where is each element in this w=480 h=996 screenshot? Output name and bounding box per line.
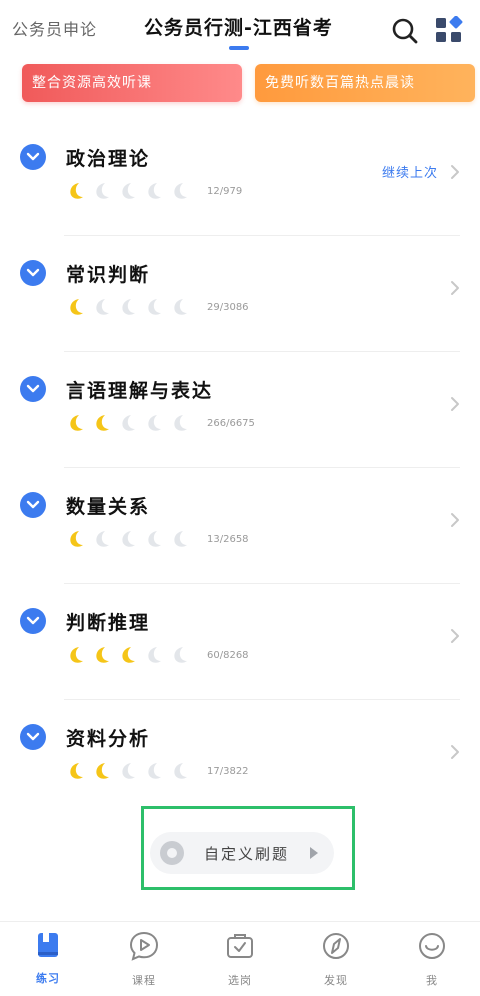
progress-count: 29/3086 bbox=[207, 302, 249, 313]
chevron-down-icon[interactable] bbox=[20, 144, 46, 170]
difficulty-rating bbox=[66, 644, 196, 666]
nav-item-briefcase[interactable]: 选岗 bbox=[210, 930, 270, 988]
moon-icon bbox=[92, 529, 112, 549]
moon-icon bbox=[144, 413, 164, 433]
moon-icon bbox=[144, 529, 164, 549]
moon-icon bbox=[170, 413, 190, 433]
chevron-right-icon[interactable] bbox=[450, 396, 460, 412]
moon-icon bbox=[170, 529, 190, 549]
book-icon bbox=[18, 930, 78, 960]
tab-shenlun[interactable]: 公务员申论 bbox=[12, 16, 97, 40]
category-title: 言语理解与表达 bbox=[66, 380, 214, 402]
moon-icon bbox=[66, 181, 86, 201]
moon-icon bbox=[92, 413, 112, 433]
category-section[interactable]: 判断推理 60/8268 bbox=[0, 584, 480, 700]
category-title: 资料分析 bbox=[66, 728, 151, 750]
moon-icon bbox=[92, 181, 112, 201]
moon-icon bbox=[170, 181, 190, 201]
chevron-right-icon[interactable] bbox=[450, 744, 460, 760]
compass-icon bbox=[306, 930, 366, 962]
nav-label: 练习 bbox=[36, 972, 60, 985]
banner-course-resources[interactable]: 整合资源高效听课 bbox=[22, 64, 242, 102]
chevron-down-icon[interactable] bbox=[20, 608, 46, 634]
chevron-down-icon[interactable] bbox=[20, 492, 46, 518]
nav-label: 选岗 bbox=[228, 974, 252, 987]
difficulty-rating bbox=[66, 528, 196, 550]
moon-icon bbox=[170, 645, 190, 665]
difficulty-rating bbox=[66, 296, 196, 318]
nav-item-smile[interactable]: 我 bbox=[402, 930, 462, 988]
moon-icon bbox=[66, 297, 86, 317]
moon-icon bbox=[92, 761, 112, 781]
bottom-nav: 练习 课程 选岗 发现 我 bbox=[0, 921, 480, 996]
active-tab-indicator bbox=[229, 46, 249, 50]
category-title: 判断推理 bbox=[66, 612, 151, 634]
category-section[interactable]: 常识判断 29/3086 bbox=[0, 236, 480, 352]
moon-icon bbox=[144, 297, 164, 317]
chevron-right-icon[interactable] bbox=[450, 628, 460, 644]
nav-label: 发现 bbox=[324, 974, 348, 987]
nav-item-book[interactable]: 练习 bbox=[18, 930, 78, 986]
banner-morning-reading[interactable]: 免费听数百篇热点晨读 bbox=[255, 64, 475, 102]
search-icon[interactable] bbox=[390, 16, 420, 46]
smile-icon bbox=[402, 930, 462, 962]
continue-last-link[interactable]: 继续上次 bbox=[382, 162, 438, 181]
category-section[interactable]: 资料分析 17/3822 bbox=[0, 700, 480, 816]
apps-grid-icon[interactable] bbox=[435, 15, 463, 44]
moon-icon bbox=[144, 645, 164, 665]
moon-icon bbox=[118, 645, 138, 665]
nav-label: 我 bbox=[426, 974, 438, 987]
play-bubble-icon bbox=[114, 930, 174, 962]
nav-item-compass[interactable]: 发现 bbox=[306, 930, 366, 988]
chevron-right-icon[interactable] bbox=[450, 512, 460, 528]
category-title: 数量关系 bbox=[66, 496, 151, 518]
moon-icon bbox=[66, 761, 86, 781]
progress-count: 12/979 bbox=[207, 186, 243, 197]
moon-icon bbox=[92, 297, 112, 317]
moon-icon bbox=[170, 297, 190, 317]
moon-icon bbox=[118, 297, 138, 317]
briefcase-icon bbox=[210, 930, 270, 962]
nav-label: 课程 bbox=[132, 974, 156, 987]
custom-practice-button[interactable]: 自定义刷题 bbox=[150, 832, 334, 874]
category-section[interactable]: 政治理论 12/979 继续上次 bbox=[0, 120, 480, 236]
progress-count: 17/3822 bbox=[207, 766, 249, 777]
chevron-right-icon[interactable] bbox=[450, 280, 460, 296]
category-title: 常识判断 bbox=[66, 264, 151, 286]
difficulty-rating bbox=[66, 760, 196, 782]
chevron-down-icon[interactable] bbox=[20, 724, 46, 750]
moon-icon bbox=[92, 645, 112, 665]
progress-count: 13/2658 bbox=[207, 534, 249, 545]
moon-icon bbox=[118, 413, 138, 433]
moon-icon bbox=[118, 181, 138, 201]
moon-icon bbox=[118, 529, 138, 549]
category-section[interactable]: 言语理解与表达 266/6675 bbox=[0, 352, 480, 468]
category-section[interactable]: 数量关系 13/2658 bbox=[0, 468, 480, 584]
custom-practice-label: 自定义刷题 bbox=[204, 845, 290, 863]
chevron-down-icon[interactable] bbox=[20, 376, 46, 402]
difficulty-rating bbox=[66, 412, 196, 434]
progress-count: 266/6675 bbox=[207, 418, 255, 429]
gear-icon bbox=[160, 841, 184, 865]
category-title: 政治理论 bbox=[66, 148, 151, 170]
top-bar: 公务员申论 公务员行测-江西省考 bbox=[0, 0, 480, 58]
nav-item-play-bubble[interactable]: 课程 bbox=[114, 930, 174, 988]
moon-icon bbox=[66, 413, 86, 433]
moon-icon bbox=[118, 761, 138, 781]
play-arrow-icon bbox=[310, 847, 318, 859]
moon-icon bbox=[66, 645, 86, 665]
tab-xingce-jiangxi[interactable]: 公务员行测-江西省考 bbox=[144, 13, 333, 40]
difficulty-rating bbox=[66, 180, 196, 202]
chevron-right-icon[interactable] bbox=[450, 164, 460, 180]
category-list: 政治理论 12/979 继续上次常识判断 29/3086 言语理解与表达 266/6675… bbox=[0, 120, 480, 816]
moon-icon bbox=[144, 181, 164, 201]
moon-icon bbox=[144, 761, 164, 781]
progress-count: 60/8268 bbox=[207, 650, 249, 661]
moon-icon bbox=[66, 529, 86, 549]
moon-icon bbox=[170, 761, 190, 781]
chevron-down-icon[interactable] bbox=[20, 260, 46, 286]
